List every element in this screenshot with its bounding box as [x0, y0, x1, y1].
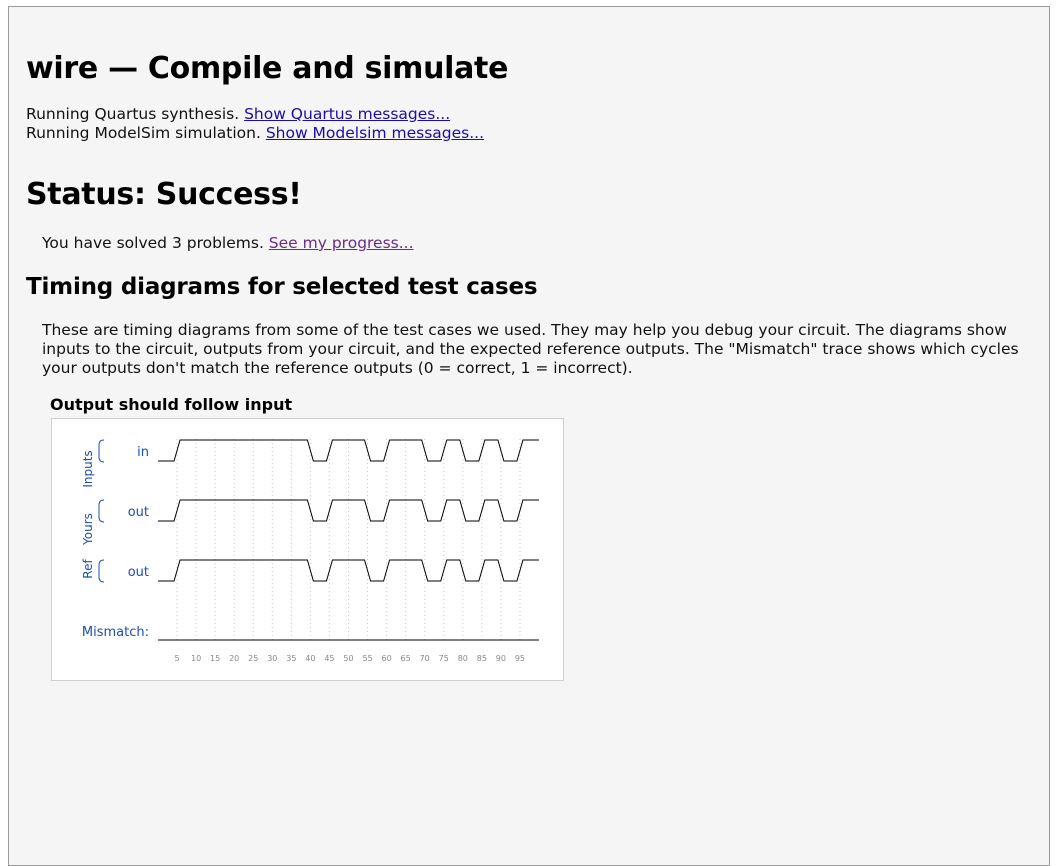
tick-label-55: 55	[362, 654, 372, 663]
tick-label-60: 60	[382, 654, 392, 663]
tick-label-25: 25	[248, 654, 258, 663]
page-title: wire — Compile and simulate	[26, 51, 509, 86]
mismatch-label: Mismatch:	[82, 625, 149, 640]
see-my-progress-link[interactable]: See my progress...	[269, 234, 414, 252]
tick-label-50: 50	[343, 654, 353, 663]
tick-label-80: 80	[458, 654, 468, 663]
group-label-ref: Ref	[81, 559, 95, 579]
solved-line: You have solved 3 problems. See my progr…	[42, 234, 414, 252]
diagram-title: Output should follow input	[50, 395, 293, 414]
show-quartus-messages-link[interactable]: Show Quartus messages...	[244, 105, 450, 123]
group-brace-inputs	[98, 439, 105, 463]
page-frame: wire — Compile and simulate Running Quar…	[8, 6, 1050, 866]
timing-description: These are timing diagrams from some of t…	[42, 321, 1019, 377]
tick-label-35: 35	[286, 654, 296, 663]
modelsim-run-line: Running ModelSim simulation. Show Models…	[26, 124, 484, 143]
modelsim-run-text: Running ModelSim simulation.	[26, 124, 266, 142]
tick-label-75: 75	[439, 654, 449, 663]
solved-text: You have solved 3 problems.	[42, 234, 269, 252]
group-label-yours: Yours	[81, 513, 95, 546]
quartus-run-line: Running Quartus synthesis. Show Quartus …	[26, 105, 450, 124]
tick-label-45: 45	[324, 654, 334, 663]
group-brace-ref	[98, 559, 105, 583]
tick-label-90: 90	[496, 654, 506, 663]
signal-label-in: in	[137, 445, 149, 460]
timing-diagram-svg: Inputs Yours Ref in out out Mismatch: 5 1…	[81, 439, 539, 663]
tick-label-20: 20	[229, 654, 239, 663]
timing-heading: Timing diagrams for selected test cases	[26, 274, 538, 300]
group-label-inputs: Inputs	[81, 450, 95, 487]
show-modelsim-messages-link[interactable]: Show Modelsim messages...	[266, 124, 484, 142]
quartus-run-text: Running Quartus synthesis.	[26, 105, 245, 123]
signal-label-yours-out: out	[128, 505, 149, 520]
signal-label-ref-out: out	[128, 565, 149, 580]
tick-label-70: 70	[420, 654, 430, 663]
tick-label-85: 85	[477, 654, 487, 663]
tick-label-30: 30	[267, 654, 277, 663]
tick-label-65: 65	[401, 654, 411, 663]
tick-label-95: 95	[515, 654, 525, 663]
status-heading: Status: Success!	[26, 177, 302, 212]
timing-diagram: Inputs Yours Ref in out out Mismatch: 5 1…	[51, 418, 564, 681]
tick-label-40: 40	[305, 654, 315, 663]
tick-label-10: 10	[191, 654, 201, 663]
tick-label-15: 15	[210, 654, 220, 663]
tick-label-5: 5	[175, 654, 180, 663]
group-brace-yours	[98, 499, 105, 523]
